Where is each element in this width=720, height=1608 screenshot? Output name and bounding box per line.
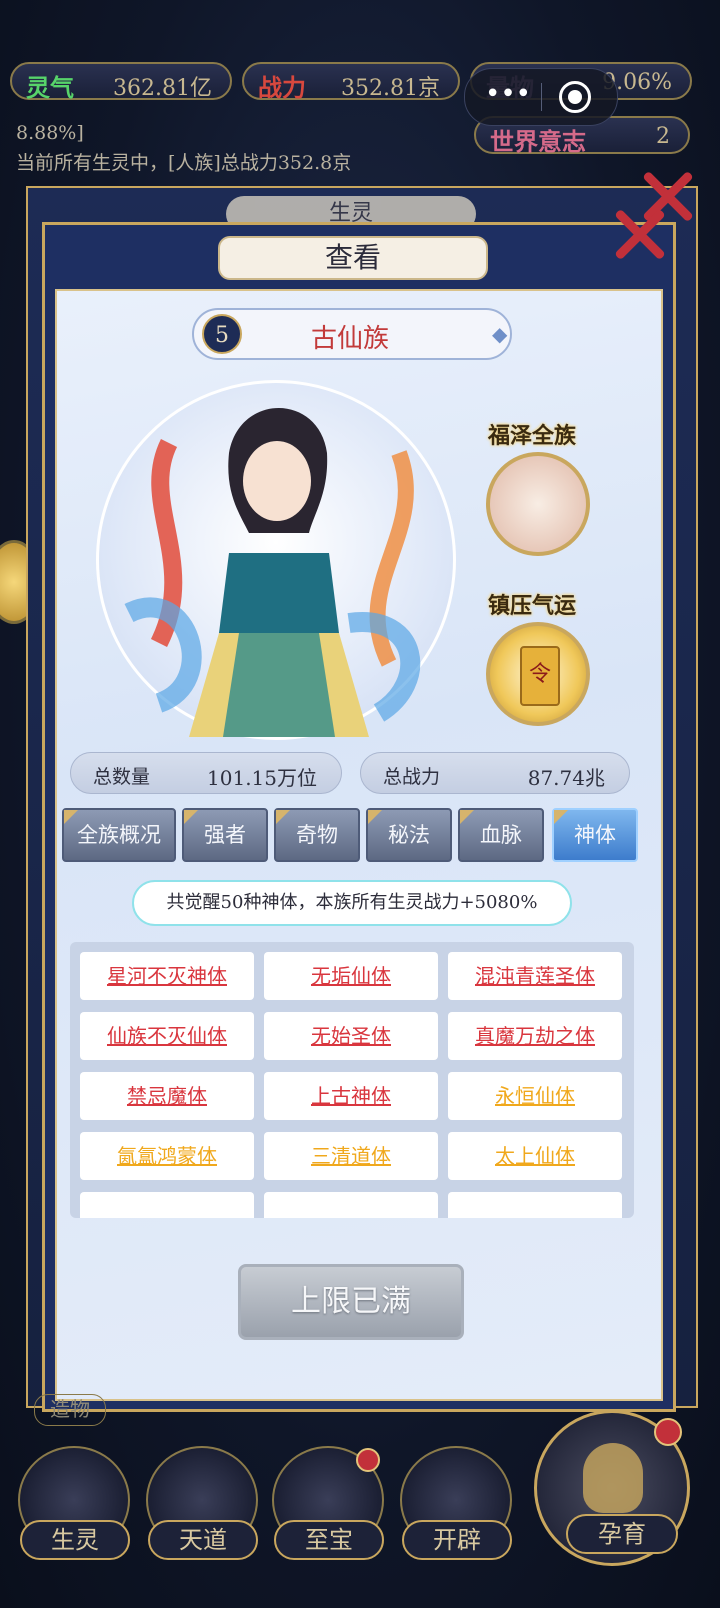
seal-icon: 令 <box>520 646 560 706</box>
list-item[interactable]: 真魔万劫之体 <box>448 1012 622 1060</box>
nav-creatures[interactable]: 生灵 <box>20 1520 130 1560</box>
tab-bloodline[interactable]: 血脉 <box>458 808 544 862</box>
lingqi-label: 灵气 <box>26 73 74 102</box>
list-item[interactable]: 仙族不灭仙体 <box>80 1012 254 1060</box>
lingqi-bar: 灵气 362.81亿 <box>10 62 232 102</box>
creation-label[interactable]: 造物 <box>34 1394 106 1426</box>
list-item[interactable]: 禁忌魔体 <box>80 1072 254 1120</box>
tab-treasures[interactable]: 奇物 <box>274 808 360 862</box>
nav-heaven-dao[interactable]: 天道 <box>148 1520 258 1560</box>
race-portrait <box>96 380 456 740</box>
next-race-icon[interactable]: ◆ <box>492 322 512 346</box>
nav-treasure[interactable]: 至宝 <box>274 1520 384 1560</box>
total-count-stat: 总数量 101.15万位 <box>70 752 342 794</box>
list-item[interactable]: 太上仙体 <box>448 1132 622 1180</box>
close-miniprogram-icon[interactable] <box>559 81 591 113</box>
list-item[interactable]: 无垢仙体 <box>264 952 438 1000</box>
log-line: 8.88%] <box>16 122 84 144</box>
capsule-divider <box>541 83 542 111</box>
race-level-badge: 5 <box>202 314 242 354</box>
list-item[interactable]: 永恒仙体 <box>448 1072 622 1120</box>
blessing2-label: 镇压气运 <box>488 593 577 619</box>
nav-nurture[interactable]: 孕育 <box>566 1514 678 1554</box>
tab-overview[interactable]: 全族概况 <box>62 808 176 862</box>
summary-text: 共觉醒50种神体，本族所有生灵战力+5080% <box>132 880 572 926</box>
total-count-label: 总数量 <box>93 766 151 788</box>
race-name: 古仙族 <box>310 324 389 354</box>
list-item[interactable]: 上古神体 <box>264 1072 438 1120</box>
log-line: 当前所有生灵中，[人族]总战力352.8京 <box>16 152 352 174</box>
close-icon[interactable] <box>614 208 666 260</box>
miniprogram-capsule: ••• <box>464 68 618 126</box>
list-item[interactable]: 氤氲鸿蒙体 <box>80 1132 254 1180</box>
total-power-label: 总战力 <box>383 766 441 788</box>
zhanli-label: 战力 <box>258 73 306 102</box>
max-reached-button[interactable]: 上限已满 <box>238 1264 464 1340</box>
panel-title: 查看 <box>218 236 488 280</box>
fortune-medal-icon[interactable] <box>486 452 590 556</box>
world-will-value: 2 <box>656 124 670 149</box>
total-power-stat: 总战力 87.74兆 <box>360 752 630 794</box>
list-item-partial[interactable] <box>448 1192 622 1218</box>
list-item-partial[interactable] <box>264 1192 438 1218</box>
zhanli-value: 352.81京 <box>341 76 440 101</box>
zhanli-bar: 战力 352.81京 <box>242 62 460 102</box>
notification-dot <box>356 1448 380 1472</box>
figure-silhouette-icon <box>583 1443 643 1513</box>
list-item[interactable]: 无始圣体 <box>264 1012 438 1060</box>
lingqi-value: 362.81亿 <box>113 76 212 101</box>
total-count-value: 101.15万位 <box>207 766 317 790</box>
more-icon[interactable]: ••• <box>485 79 531 109</box>
list-item[interactable]: 混沌青莲圣体 <box>448 952 622 1000</box>
immortal-figure-icon <box>124 408 421 737</box>
total-power-value: 87.74兆 <box>527 766 605 790</box>
tab-secret-arts[interactable]: 秘法 <box>366 808 452 862</box>
tab-strong[interactable]: 强者 <box>182 808 268 862</box>
world-will-label: 世界意志 <box>490 127 586 156</box>
list-item-partial[interactable] <box>80 1192 254 1218</box>
background-log: 8.88%] 当前所有生灵中，[人族]总战力352.8京 <box>16 118 446 188</box>
blessing1-label: 福泽全族 <box>488 423 577 449</box>
list-item[interactable]: 三清道体 <box>264 1132 438 1180</box>
nav-open-world[interactable]: 开辟 <box>402 1520 512 1560</box>
suppress-luck-medal-icon[interactable]: 令 <box>486 622 590 726</box>
notification-dot <box>654 1418 682 1446</box>
divine-body-list[interactable]: 星河不灭神体 无垢仙体 混沌青莲圣体 仙族不灭仙体 无始圣体 真魔万劫之体 禁忌… <box>70 942 634 1218</box>
list-item[interactable]: 星河不灭神体 <box>80 952 254 1000</box>
tab-divine-body[interactable]: 神体 <box>552 808 638 862</box>
